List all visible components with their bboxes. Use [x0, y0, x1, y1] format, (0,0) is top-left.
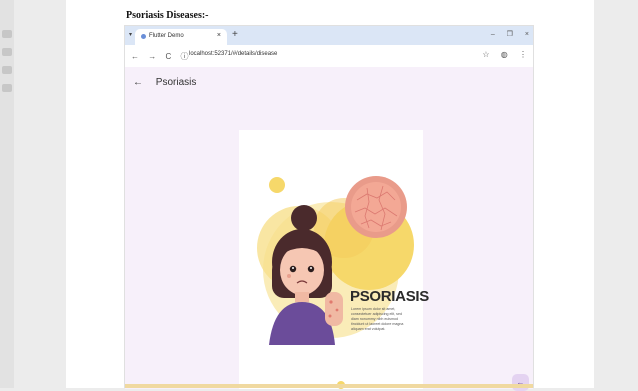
illustration-headline: PSORIASIS [350, 288, 429, 305]
left-background-strip [0, 0, 14, 388]
bookmark-star-icon[interactable]: ☆ [482, 50, 489, 59]
menu-kebab-icon[interactable]: ⋮ [519, 50, 527, 59]
site-info-icon[interactable]: ⓘ [180, 52, 188, 61]
profile-icon[interactable]: ◍ [501, 50, 508, 59]
app-content: ← Psoriasis PSORIASIS Lorem ipsum dolor … [125, 67, 533, 391]
page-title: Psoriasis [155, 77, 197, 88]
close-window-icon[interactable]: × [525, 31, 529, 38]
favicon-icon [141, 34, 146, 39]
minimize-icon[interactable]: – [491, 31, 495, 38]
reload-icon[interactable]: C [165, 52, 171, 61]
address-bar-actions: ☆ ◍ ⋮ [473, 50, 527, 59]
bottom-strip [125, 384, 533, 388]
illustration-body-text: Lorem ipsum dolor sit amet, consectetuer… [351, 307, 404, 331]
back-fab-button[interactable]: ← [512, 374, 529, 391]
browser-window: ▾ Flutter Demo × + – ❐ × ← → C ⓘ localho… [124, 25, 534, 391]
left-decorative-marks [2, 30, 12, 102]
tab-bar: ▾ Flutter Demo × + – ❐ × [125, 26, 533, 45]
document-heading: Psoriasis Diseases:- [126, 10, 209, 21]
back-arrow-icon[interactable]: ← [133, 77, 143, 88]
navigation-buttons: ← → C ⓘ [131, 51, 195, 62]
new-tab-button[interactable]: + [232, 29, 238, 40]
app-header: ← Psoriasis [133, 77, 196, 88]
url-field[interactable]: localhost:52371/#/details/disease [189, 51, 277, 57]
tab-title: Flutter Demo [149, 33, 184, 39]
maximize-icon[interactable]: ❐ [507, 31, 513, 38]
psoriasis-illustration [257, 176, 414, 389]
forward-nav-icon[interactable]: → [148, 52, 156, 61]
address-bar: ← → C ⓘ localhost:52371/#/details/diseas… [125, 45, 533, 68]
illustration-card: PSORIASIS Lorem ipsum dolor sit amet, co… [239, 130, 429, 389]
tab-list-icon[interactable]: ▾ [129, 31, 132, 38]
tab-close-icon[interactable]: × [217, 32, 221, 39]
tab-flutter-demo[interactable]: Flutter Demo × [135, 29, 227, 45]
window-controls: – ❐ × [481, 30, 529, 38]
back-nav-icon[interactable]: ← [131, 52, 139, 61]
